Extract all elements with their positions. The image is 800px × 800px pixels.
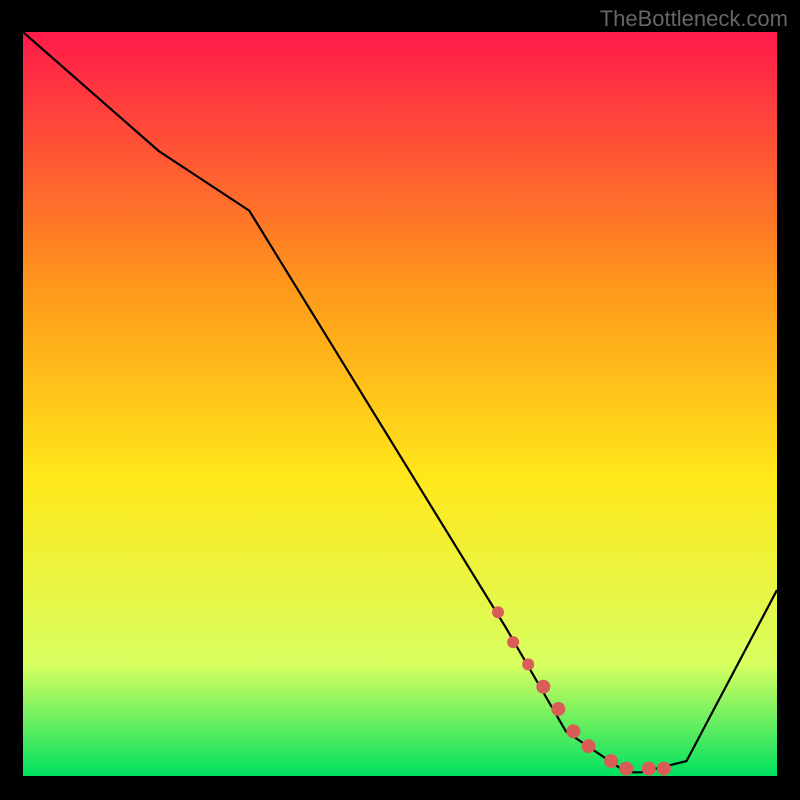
gradient-background [23, 32, 777, 776]
highlight-dot [657, 762, 671, 776]
highlight-dot [619, 762, 633, 776]
highlight-dot [582, 739, 596, 753]
highlight-dot [507, 636, 519, 648]
highlight-dot [566, 724, 580, 738]
highlight-dot [551, 702, 565, 716]
chart-svg [23, 32, 777, 776]
highlight-dot [642, 762, 656, 776]
highlight-dot [522, 658, 534, 670]
highlight-dot [604, 754, 618, 768]
chart-container: TheBottleneck.com [0, 0, 800, 800]
plot-area [23, 32, 777, 776]
highlight-dot [536, 680, 550, 694]
highlight-dot [492, 606, 504, 618]
watermark-text: TheBottleneck.com [600, 6, 788, 32]
